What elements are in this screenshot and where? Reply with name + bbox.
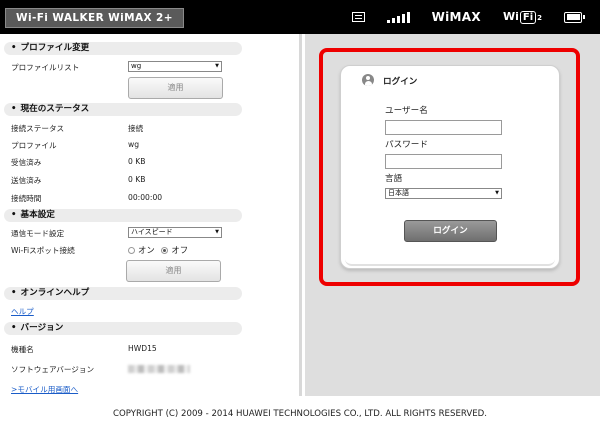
footer-copyright: COPYRIGHT (C) 2009 - 2014 HUAWEI TECHNOL… [0,396,600,425]
software-version-label: ソフトウェアバージョン [11,365,95,374]
status-label-sent: 送信済み [11,176,42,185]
status-bar: WiMAX Wi Fi 2 [351,0,585,34]
username-label: ユーザー名 [385,106,428,116]
section-current-status: 現在のステータス [4,103,242,116]
wifi-spot-off-radio[interactable]: オフ [161,245,188,255]
status-label-received: 受信済み [11,158,42,167]
comm-mode-label: 通信モード設定 [11,229,65,238]
signal-strength-icon [386,11,410,23]
login-button[interactable]: ログイン [404,220,497,242]
section-basic-settings: 基本設定 [4,209,242,222]
wifi-spot-label: Wi-Fiスポット接続 [11,246,75,255]
section-version: バージョン [4,322,242,335]
profile-list-label: プロファイルリスト [11,63,80,72]
basic-apply-button[interactable]: 適用 [126,260,221,282]
status-value-connection-time: 00:00:00 [128,193,163,202]
wifi-spot-on-radio[interactable]: オン [128,245,155,255]
model-name-label: 機種名 [11,345,34,354]
comm-mode-select[interactable]: ハイスピード [128,227,222,238]
help-link[interactable]: ヘルプ [11,306,34,317]
status-value-received: 0 KB [128,157,146,166]
wifi-status-icon: Wi Fi 2 [502,10,542,24]
wimax-label: WiMAX [431,10,481,24]
status-label-profile: プロファイル [11,141,57,150]
mobile-view-link[interactable]: >モバイル用画面へ [11,384,78,395]
status-value-connection: 接続 [128,124,144,133]
profile-apply-button[interactable]: 適用 [128,77,223,99]
password-input[interactable] [385,154,502,169]
brand-logo: Wi-Fi WALKER WiMAX 2+ [5,8,184,28]
section-profile-change: プロファイル変更 [4,42,242,55]
status-label-connection-time: 接続時間 [11,194,42,203]
username-input[interactable] [385,120,502,135]
login-title: ログイン [383,77,418,87]
radio-on-icon [128,247,135,254]
model-name-value: HWD15 [128,344,157,353]
section-online-help: オンラインヘルプ [4,287,242,300]
radio-off-icon [161,247,169,254]
language-select[interactable]: 日本語 [385,188,502,199]
software-version-redacted [128,365,190,373]
wifi-spot-radio-group: オン オフ [128,244,188,256]
user-icon [362,74,374,86]
status-value-sent: 0 KB [128,175,146,184]
profile-select[interactable]: wg [128,61,222,72]
top-header: Wi-Fi WALKER WiMAX 2+ WiMAX Wi Fi 2 [0,0,600,34]
password-label: パスワード [385,140,428,150]
message-icon[interactable] [351,12,365,22]
language-label: 言語 [385,174,403,184]
status-value-profile: wg [128,140,140,149]
status-label-connection: 接続ステータス [11,124,65,133]
battery-icon [564,11,585,23]
